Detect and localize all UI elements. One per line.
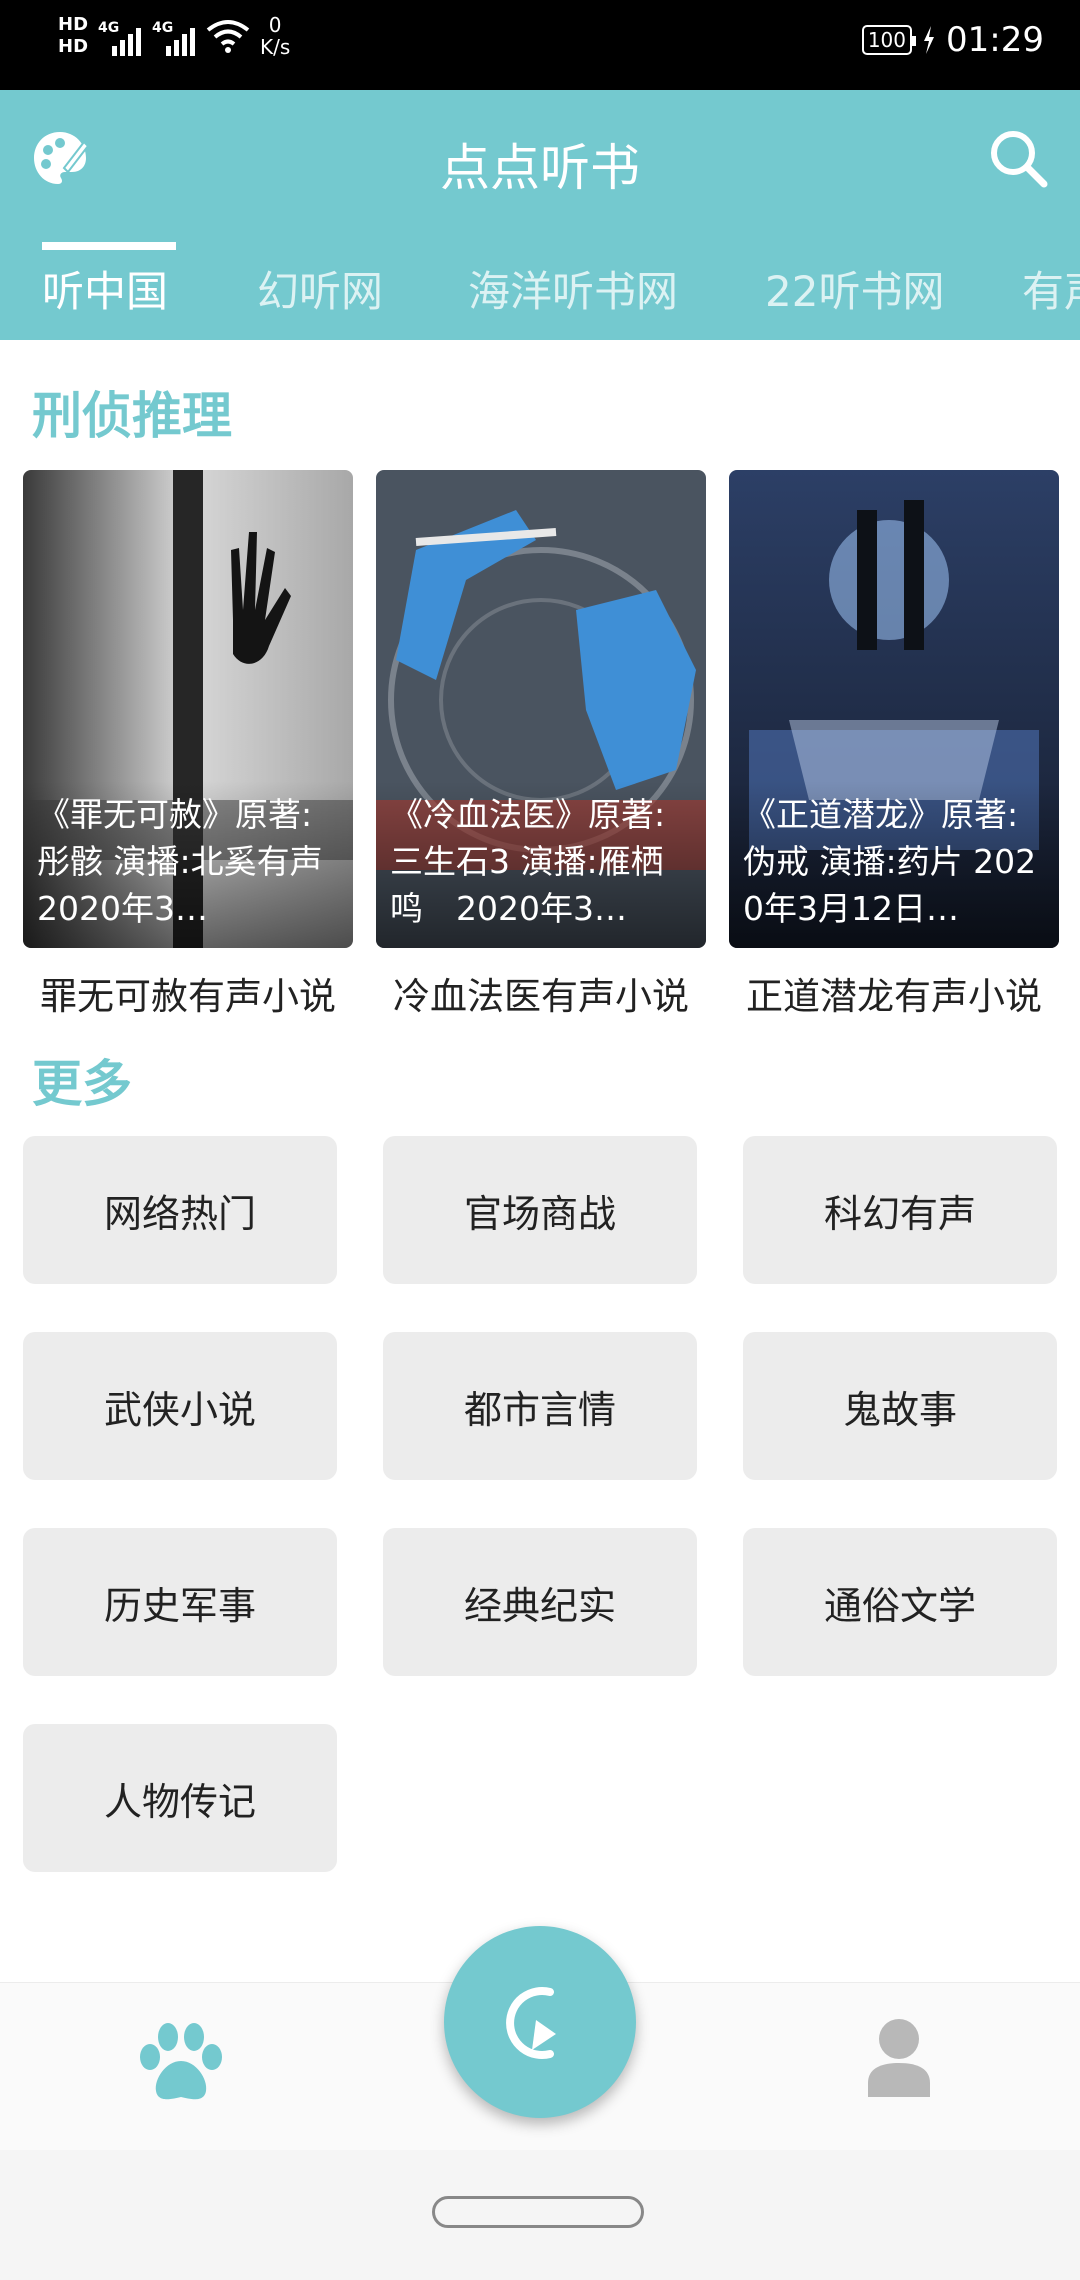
section-title-more: 更多 <box>32 1055 132 1113</box>
tab-yousheng[interactable]: 有声 <box>1022 258 1080 319</box>
category-button[interactable]: 鬼故事 <box>743 1332 1057 1480</box>
book-cover[interactable]: 《罪无可赦》原著:彤骸 演播:北奚有声 2020年3… <box>23 470 353 948</box>
category-button[interactable]: 经典纪实 <box>383 1528 697 1676</box>
category-button[interactable]: 官场商战 <box>383 1136 697 1284</box>
status-left: HD HD 4G 4G 0 K/s <box>58 14 290 58</box>
tab-haiyangtingshuwang[interactable]: 海洋听书网 <box>468 258 678 319</box>
active-tab-indicator <box>42 242 176 250</box>
status-right: 100 01:29 <box>861 20 1044 60</box>
book-title[interactable]: 正道潜龙有声小说 <box>729 966 1059 1020</box>
book-caption: 《正道潜龙》原著:伪戒 演播:药片 2020年3月12日… <box>729 781 1059 948</box>
book-cover[interactable]: 《冷血法医》原著:三生石3 演播:雁栖鸣 2020年3… <box>376 470 706 948</box>
status-bar: HD HD 4G 4G 0 K/s 100 01:29 <box>0 0 1080 90</box>
network-speed: 0 K/s <box>260 14 290 58</box>
signal-icon-2: 4G <box>152 16 196 56</box>
book-caption: 《罪无可赦》原著:彤骸 演播:北奚有声 2020年3… <box>23 781 353 948</box>
category-button[interactable]: 人物传记 <box>23 1724 337 1872</box>
book-title[interactable]: 冷血法医有声小说 <box>376 966 706 1020</box>
network-type-2: 4G <box>152 20 174 36</box>
charging-icon <box>924 26 935 54</box>
tab-tingzhongguo[interactable]: 听中国 <box>42 258 168 319</box>
tab-22tingshuwang[interactable]: 22听书网 <box>765 258 944 319</box>
play-history-icon <box>506 1987 556 2059</box>
book-card[interactable]: 《冷血法医》原著:三生石3 演播:雁栖鸣 2020年3… 冷血法医有声小说 <box>376 470 706 1020</box>
gesture-bar <box>0 2150 1080 2280</box>
source-tabs: 听中国 幻听网 海洋听书网 22听书网 有声 <box>0 240 1080 340</box>
hd-indicators: HD HD <box>58 14 88 58</box>
play-history-button[interactable] <box>444 1926 636 2118</box>
category-button[interactable]: 历史军事 <box>23 1528 337 1676</box>
network-speed-value: 0 <box>268 13 282 37</box>
hd-label-2: HD <box>58 36 89 57</box>
person-icon[interactable] <box>866 2017 932 2097</box>
network-type-1: 4G <box>98 20 120 36</box>
wifi-icon <box>206 20 250 53</box>
book-card[interactable]: 《正道潜龙》原著:伪戒 演播:药片 2020年3月12日… 正道潜龙有声小说 <box>729 470 1059 1020</box>
category-button[interactable]: 武侠小说 <box>23 1332 337 1480</box>
app-title: 点点听书 <box>440 139 640 197</box>
book-title[interactable]: 罪无可赦有声小说 <box>23 966 353 1020</box>
category-button[interactable]: 网络热门 <box>23 1136 337 1284</box>
book-cover[interactable]: 《正道潜龙》原著:伪戒 演播:药片 2020年3月12日… <box>729 470 1059 948</box>
paw-icon[interactable] <box>136 2017 226 2107</box>
category-button[interactable]: 都市言情 <box>383 1332 697 1480</box>
signal-icon-1: 4G <box>98 16 142 56</box>
category-button[interactable]: 通俗文学 <box>743 1528 1057 1676</box>
app-header: 点点听书 听中国 幻听网 海洋听书网 22听书网 有声 <box>0 90 1080 340</box>
category-button[interactable]: 科幻有声 <box>743 1136 1057 1284</box>
network-speed-unit: K/s <box>260 35 291 59</box>
clock: 01:29 <box>946 20 1044 60</box>
battery-icon: 100 <box>861 25 917 55</box>
hd-label-1: HD <box>58 14 89 35</box>
search-icon[interactable] <box>986 126 1050 190</box>
book-caption: 《冷血法医》原著:三生石3 演播:雁栖鸣 2020年3… <box>376 781 706 948</box>
tab-huantingwang[interactable]: 幻听网 <box>257 258 383 319</box>
section-title-featured: 刑侦推理 <box>32 387 232 445</box>
home-indicator[interactable] <box>432 2196 644 2228</box>
book-card[interactable]: 《罪无可赦》原著:彤骸 演播:北奚有声 2020年3… 罪无可赦有声小说 <box>23 470 353 1020</box>
